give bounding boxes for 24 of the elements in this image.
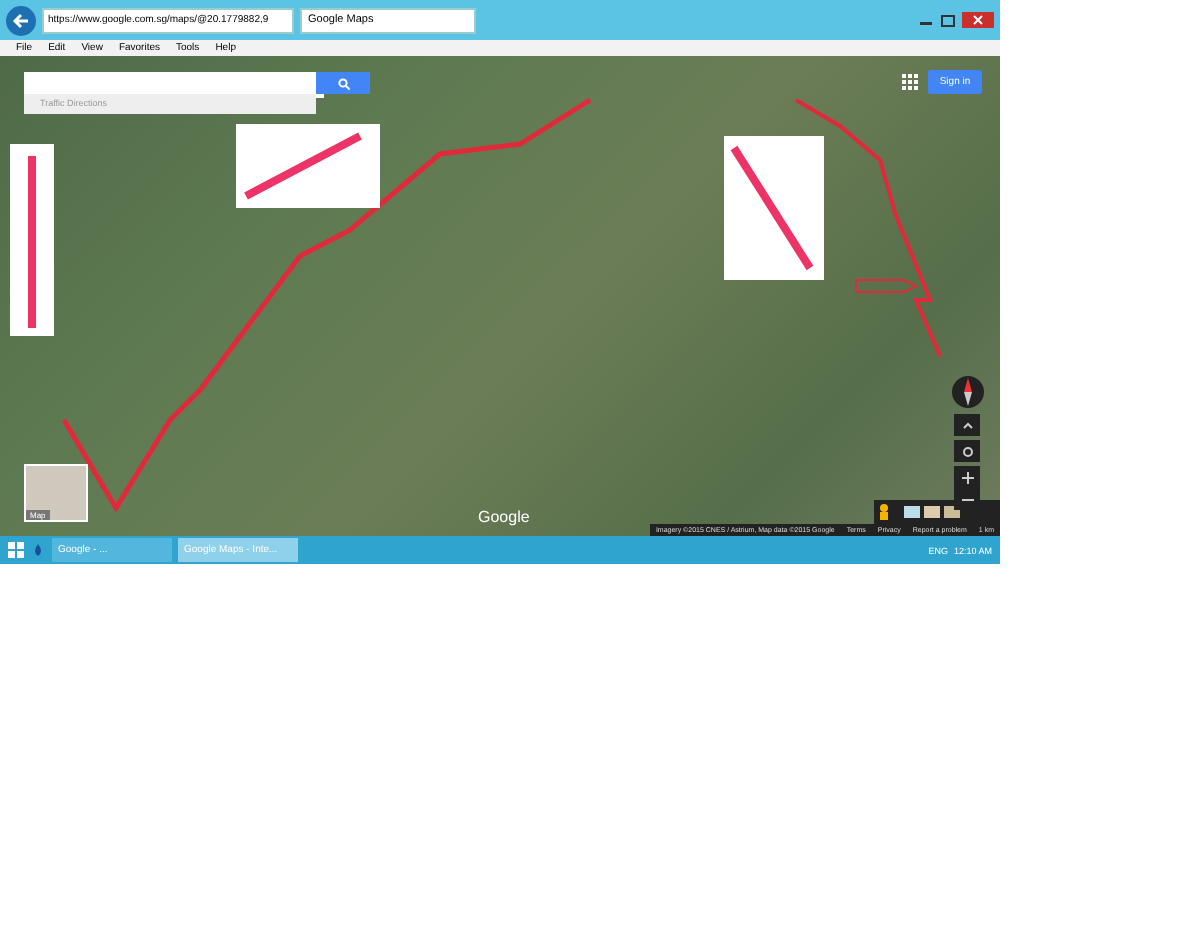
- crosshair-icon: [961, 445, 973, 457]
- chevron-icon: [961, 421, 973, 429]
- maximize-icon[interactable]: [940, 13, 956, 27]
- zoom-in-button[interactable]: [954, 466, 980, 488]
- callout-arrow: [855, 279, 919, 293]
- plus-icon: [961, 471, 973, 483]
- search-button[interactable]: [316, 72, 370, 94]
- rotate-button[interactable]: [954, 440, 980, 462]
- minus-icon: [961, 493, 973, 505]
- drop-icon[interactable]: [30, 542, 46, 558]
- pegman-icon[interactable]: [874, 500, 894, 524]
- back-button[interactable]: [6, 5, 36, 35]
- tilt-button[interactable]: [954, 414, 980, 436]
- close-icon: [972, 14, 984, 26]
- compass-icon[interactable]: [952, 376, 984, 408]
- annotation-note: [724, 136, 824, 280]
- close-button[interactable]: [962, 12, 994, 28]
- back-arrow-icon: [12, 11, 30, 29]
- map-logo: Google: [478, 508, 530, 526]
- search-icon: [337, 77, 349, 89]
- annotation-note: [236, 124, 380, 208]
- apps-grid-icon[interactable]: [902, 74, 918, 90]
- layer-thumbnails[interactable]: [894, 500, 1000, 524]
- start-icon[interactable]: [8, 542, 24, 558]
